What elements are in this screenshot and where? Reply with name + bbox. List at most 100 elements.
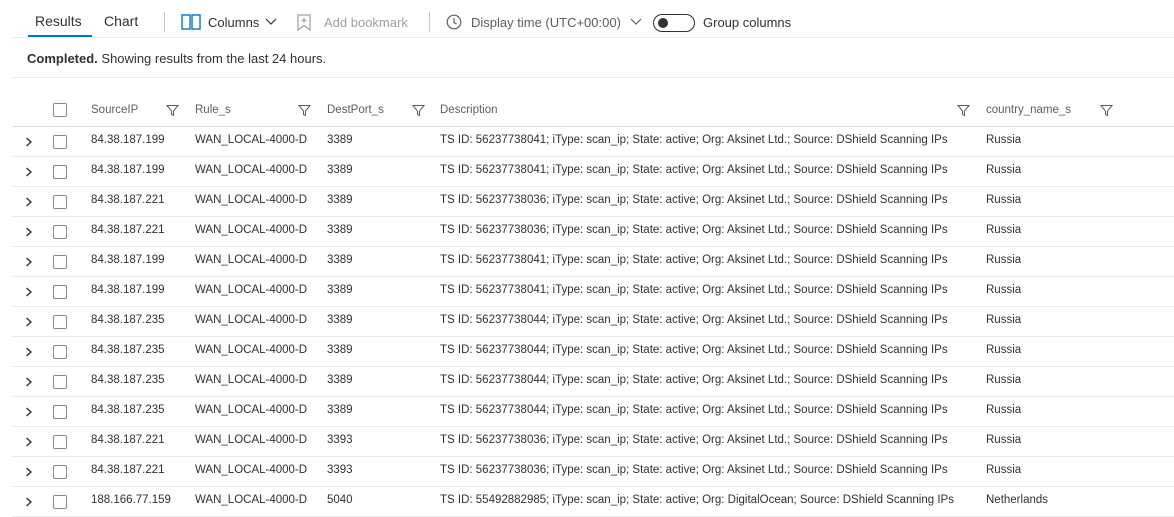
row-checkbox[interactable] — [53, 465, 67, 479]
cell-sourceip: 84.38.187.235 — [91, 374, 165, 386]
cell-description: TS ID: 56237738041; iType: scan_ip; Stat… — [440, 284, 948, 296]
column-header-sourceip[interactable]: SourceIP — [91, 104, 138, 116]
table-row[interactable]: 84.38.187.235 WAN_LOCAL-4000-D 3389 TS ID: … — [12, 336, 1174, 367]
row-checkbox[interactable] — [53, 255, 67, 269]
cell-description: TS ID: 56237738041; iType: scan_ip; Stat… — [440, 134, 948, 146]
filter-icon[interactable] — [411, 104, 426, 122]
row-checkbox[interactable] — [53, 375, 67, 389]
cell-sourceip: 84.38.187.235 — [91, 404, 165, 416]
cell-country: Russia — [986, 134, 1022, 146]
chevron-right-icon[interactable] — [25, 224, 33, 242]
chevron-right-icon[interactable] — [25, 494, 33, 512]
table-row[interactable]: 188.166.77.159 WAN_LOCAL-4000-D 5040 TS ID:… — [12, 486, 1174, 517]
row-checkbox[interactable] — [53, 495, 67, 509]
cell-sourceip: 84.38.187.235 — [91, 344, 165, 356]
row-checkbox[interactable] — [53, 165, 67, 179]
toolbar-divider — [429, 12, 430, 32]
chevron-right-icon[interactable] — [25, 434, 33, 452]
cell-destport: 3389 — [327, 194, 353, 206]
cell-destport: 3389 — [327, 284, 353, 296]
cell-country: Russia — [986, 404, 1022, 416]
row-checkbox[interactable] — [53, 405, 67, 419]
columns-button[interactable]: Columns — [181, 14, 277, 30]
tab-results[interactable]: Results — [35, 13, 82, 29]
chevron-right-icon[interactable] — [25, 404, 33, 422]
group-columns-toggle[interactable] — [653, 14, 695, 32]
row-checkbox[interactable] — [53, 315, 67, 329]
chevron-right-icon[interactable] — [25, 194, 33, 212]
group-columns-label: Group columns — [703, 15, 792, 30]
table-row[interactable]: 84.38.187.199 WAN_LOCAL-4000-D 3389 TS ID: … — [12, 126, 1174, 157]
table-row[interactable]: 84.38.187.199 WAN_LOCAL-4000-D 3389 TS ID: … — [12, 246, 1174, 277]
cell-rule: WAN_LOCAL-4000-D — [195, 254, 308, 266]
clock-icon — [446, 14, 462, 30]
add-bookmark-button[interactable]: Add bookmark — [297, 14, 408, 31]
column-header-destport[interactable]: DestPort_s — [327, 104, 384, 116]
cell-rule: WAN_LOCAL-4000-D — [195, 164, 308, 176]
cell-description: TS ID: 56237738036; iType: scan_ip; Stat… — [440, 194, 948, 206]
cell-destport: 3389 — [327, 404, 353, 416]
table-row[interactable]: 84.38.187.235 WAN_LOCAL-4000-D 3389 TS ID: … — [12, 396, 1174, 427]
row-checkbox[interactable] — [53, 435, 67, 449]
table-row[interactable]: 84.38.187.221 WAN_LOCAL-4000-D 3389 TS ID: … — [12, 186, 1174, 217]
cell-country: Russia — [986, 194, 1022, 206]
column-header-rule[interactable]: Rule_s — [195, 104, 231, 116]
select-all-checkbox[interactable] — [53, 103, 67, 117]
table-row[interactable]: 84.38.187.235 WAN_LOCAL-4000-D 3389 TS ID: … — [12, 366, 1174, 397]
row-checkbox[interactable] — [53, 345, 67, 359]
table-row[interactable]: 84.38.187.221 WAN_LOCAL-4000-D 3393 TS ID: … — [12, 426, 1174, 457]
cell-sourceip: 84.38.187.221 — [91, 434, 165, 446]
cell-sourceip: 84.38.187.221 — [91, 224, 165, 236]
chevron-right-icon[interactable] — [25, 344, 33, 362]
toolbar-divider — [164, 12, 165, 32]
chevron-down-icon — [265, 18, 277, 26]
row-checkbox[interactable] — [53, 225, 67, 239]
table-row[interactable]: 84.38.187.221 WAN_LOCAL-4000-D 3389 TS ID: … — [12, 216, 1174, 247]
cell-destport: 3389 — [327, 134, 353, 146]
row-checkbox[interactable] — [53, 195, 67, 209]
tab-chart[interactable]: Chart — [104, 13, 138, 29]
chevron-right-icon[interactable] — [25, 164, 33, 182]
chevron-right-icon[interactable] — [25, 134, 33, 152]
chevron-right-icon[interactable] — [25, 374, 33, 392]
cell-description: TS ID: 56237738044; iType: scan_ip; Stat… — [440, 344, 948, 356]
row-checkbox[interactable] — [53, 285, 67, 299]
filter-icon[interactable] — [1099, 104, 1114, 122]
cell-rule: WAN_LOCAL-4000-D — [195, 194, 308, 206]
cell-sourceip: 188.166.77.159 — [91, 494, 171, 506]
cell-rule: WAN_LOCAL-4000-D — [195, 404, 308, 416]
cell-description: TS ID: 56237738041; iType: scan_ip; Stat… — [440, 254, 948, 266]
cell-country: Russia — [986, 344, 1022, 356]
cell-country: Russia — [986, 374, 1022, 386]
row-checkbox[interactable] — [53, 135, 67, 149]
table-row[interactable]: 84.38.187.199 WAN_LOCAL-4000-D 3389 TS ID: … — [12, 156, 1174, 187]
cell-rule: WAN_LOCAL-4000-D — [195, 374, 308, 386]
display-time-dropdown[interactable]: Display time (UTC+00:00) — [446, 14, 642, 30]
cell-destport: 3389 — [327, 374, 353, 386]
filter-icon[interactable] — [956, 104, 971, 122]
filter-icon[interactable] — [297, 104, 312, 122]
cell-description: TS ID: 56237738044; iType: scan_ip; Stat… — [440, 404, 948, 416]
cell-destport: 3393 — [327, 464, 353, 476]
column-header-description[interactable]: Description — [440, 104, 498, 116]
cell-rule: WAN_LOCAL-4000-D — [195, 314, 308, 326]
cell-description: TS ID: 56237738036; iType: scan_ip; Stat… — [440, 224, 948, 236]
table-row[interactable]: 84.38.187.221 WAN_LOCAL-4000-D 3393 TS ID: … — [12, 456, 1174, 487]
cell-destport: 3389 — [327, 314, 353, 326]
chevron-right-icon[interactable] — [25, 254, 33, 272]
cell-destport: 3389 — [327, 344, 353, 356]
table-row[interactable]: 84.38.187.199 WAN_LOCAL-4000-D 3389 TS ID: … — [12, 276, 1174, 307]
cell-destport: 3389 — [327, 164, 353, 176]
chevron-right-icon[interactable] — [25, 284, 33, 302]
cell-description: TS ID: 56237738041; iType: scan_ip; Stat… — [440, 164, 948, 176]
cell-country: Russia — [986, 284, 1022, 296]
chevron-right-icon[interactable] — [25, 464, 33, 482]
cell-description: TS ID: 55492882985; iType: scan_ip; Stat… — [440, 494, 954, 506]
column-header-country[interactable]: country_name_s — [986, 104, 1071, 116]
filter-icon[interactable] — [165, 104, 180, 122]
cell-country: Russia — [986, 314, 1022, 326]
chevron-right-icon[interactable] — [25, 314, 33, 332]
table-row[interactable]: 84.38.187.235 WAN_LOCAL-4000-D 3389 TS ID: … — [12, 306, 1174, 337]
cell-sourceip: 84.38.187.221 — [91, 194, 165, 206]
cell-country: Russia — [986, 224, 1022, 236]
